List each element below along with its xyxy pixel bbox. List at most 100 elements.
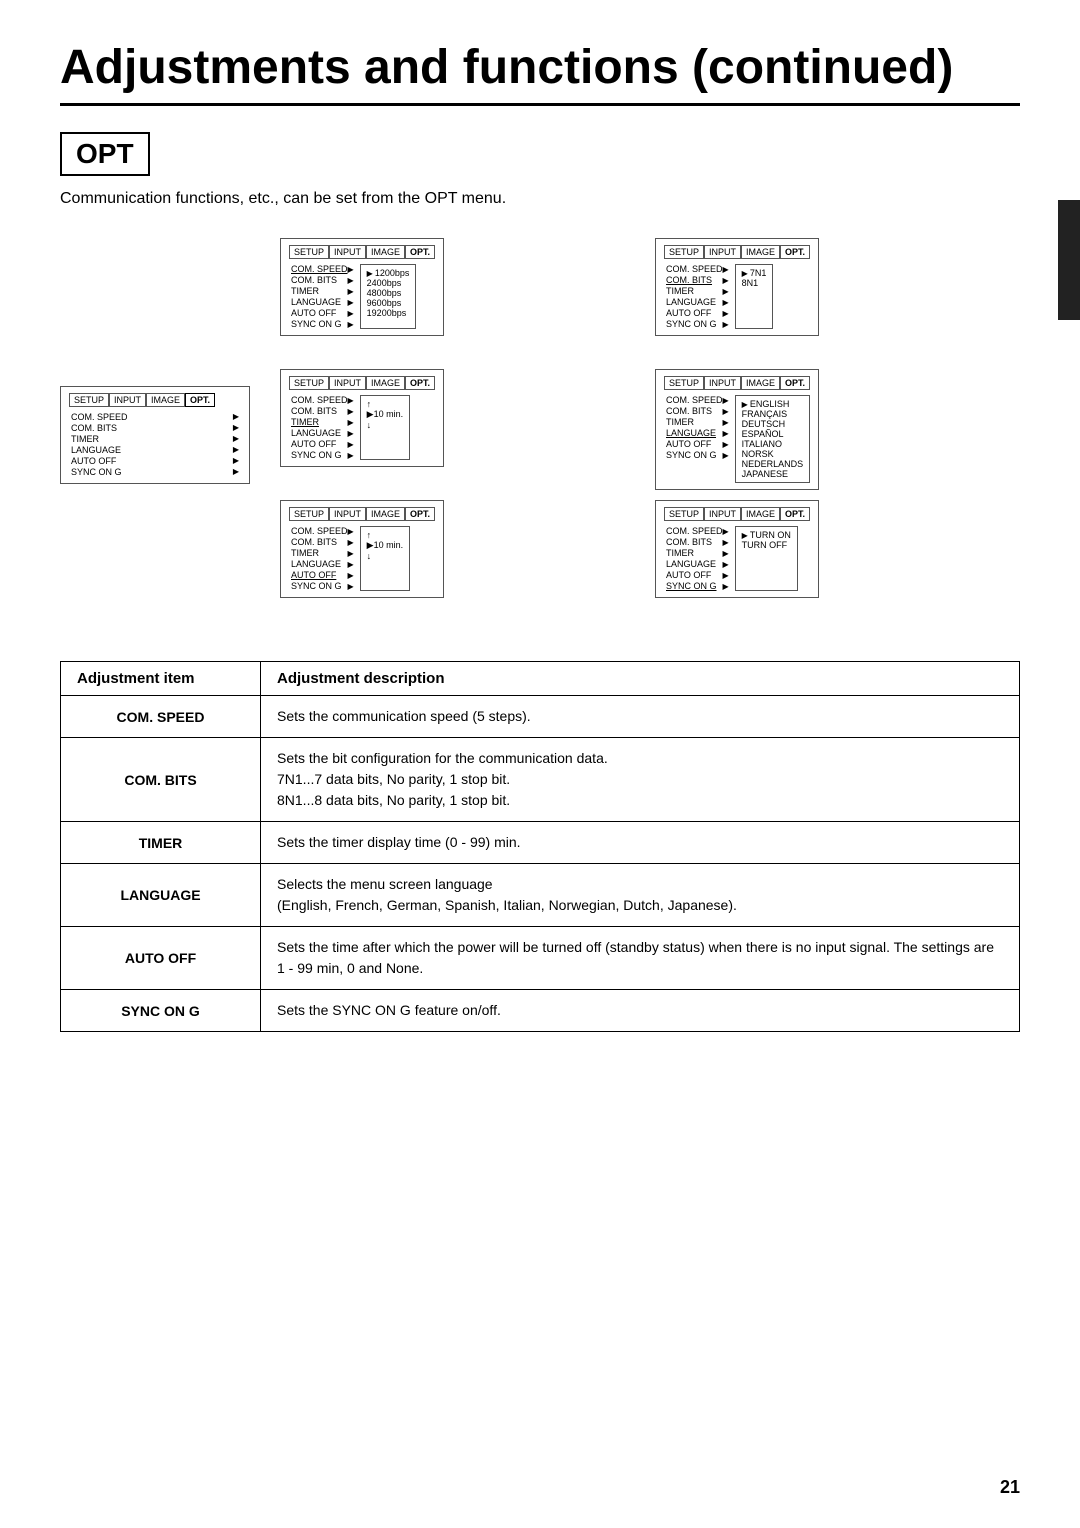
ao-timer: TIMER <box>291 548 319 558</box>
ao-tab-input: INPUT <box>329 507 366 521</box>
language-menu-box: SETUP INPUT IMAGE OPT. COM. SPEED ▶ COM.… <box>655 369 819 490</box>
com-speed-arrow: ▶ <box>233 412 239 421</box>
cb-item-com-bits: COM. BITS ▶ <box>664 275 731 285</box>
timer-arrow: ▶ <box>233 434 239 443</box>
cb-tab-setup: SETUP <box>664 245 704 259</box>
ao-auto-off: AUTO OFF <box>291 570 336 580</box>
cs-com-bits: COM. BITS <box>291 275 337 285</box>
lg-val-francais: FRANÇAIS <box>742 409 804 419</box>
timer-row-desc: Sets the timer display time (0 - 99) min… <box>261 822 1019 863</box>
cb-sync-on-g: SYNC ON G <box>666 319 717 329</box>
sg-timer: TIMER <box>666 548 694 558</box>
timer-diagram: SETUP INPUT IMAGE OPT. COM. SPEED ▶ COM.… <box>280 369 645 490</box>
lg-item-sync-on-g: SYNC ON G ▶ <box>664 450 731 460</box>
cb-item-sync-on-g: SYNC ON G ▶ <box>664 319 731 329</box>
sg-item-language: LANGUAGE ▶ <box>664 559 731 569</box>
cs-menu-items: COM. SPEED ▶ COM. BITS ▶ TIMER ▶ LANGU <box>289 264 356 329</box>
auto-off-row-label: AUTO OFF <box>61 927 261 989</box>
tm-auto-off: AUTO OFF <box>291 439 336 449</box>
cb-language: LANGUAGE <box>666 297 716 307</box>
sg-submenu: TURN ON TURN OFF <box>735 526 798 591</box>
table-row: COM. BITS Sets the bit configuration for… <box>61 738 1019 822</box>
lg-sync-on-g: SYNC ON G <box>666 450 717 460</box>
cb-tabs: SETUP INPUT IMAGE OPT. <box>664 245 810 259</box>
tab-setup: SETUP <box>69 393 109 407</box>
cb-tab-input: INPUT <box>704 245 741 259</box>
diagrams-area: SETUP INPUT IMAGE OPT. COM. SPEED ▶ COM.… <box>60 238 1020 621</box>
sync-on-g-row-label: SYNC ON G <box>61 990 261 1031</box>
opt-label: OPT <box>60 132 150 176</box>
tm-com-bits: COM. BITS <box>291 406 337 416</box>
main-menu-container: SETUP INPUT IMAGE OPT. COM. SPEED ▶ COM.… <box>60 238 280 621</box>
sg-item-com-bits: COM. BITS ▶ <box>664 537 731 547</box>
cb-val-7n1: 7N1 <box>742 268 767 278</box>
tab-image: IMAGE <box>146 393 185 407</box>
sg-language-arrow: ▶ <box>723 560 729 569</box>
cs-auto-off-arrow: ▶ <box>348 309 354 318</box>
cb-tab-opt: OPT. <box>780 245 810 259</box>
timer-label: TIMER <box>71 434 99 444</box>
cs-language: LANGUAGE <box>291 297 341 307</box>
cb-sync-on-g-arrow: ▶ <box>723 320 729 329</box>
sg-sync-on-g-arrow: ▶ <box>723 582 729 591</box>
sg-auto-off: AUTO OFF <box>666 570 711 580</box>
lg-item-com-speed: COM. SPEED ▶ <box>664 395 731 405</box>
com-bits-diagram: SETUP INPUT IMAGE OPT. COM. SPEED ▶ COM.… <box>655 238 1020 359</box>
lg-val-nederlands: NEDERLANDS <box>742 459 804 469</box>
tm-down-arrow: ↓ <box>367 420 403 430</box>
ao-down-arrow: ↓ <box>367 551 403 561</box>
adjustment-table: Adjustment item Adjustment description C… <box>60 661 1020 1032</box>
cb-item-language: LANGUAGE ▶ <box>664 297 731 307</box>
com-speed-diagram: SETUP INPUT IMAGE OPT. COM. SPEED ▶ COM.… <box>280 238 645 359</box>
auto-off-row-desc: Sets the time after which the power will… <box>261 927 1019 989</box>
cs-val-2400: 2400bps <box>367 278 410 288</box>
sync-on-g-row-desc: Sets the SYNC ON G feature on/off. <box>261 990 1019 1031</box>
lg-item-timer: TIMER ▶ <box>664 417 731 427</box>
table-row: AUTO OFF Sets the time after which the p… <box>61 927 1019 990</box>
lg-tab-setup: SETUP <box>664 376 704 390</box>
tm-auto-off-arrow: ▶ <box>348 440 354 449</box>
tm-menu-items: COM. SPEED ▶ COM. BITS ▶ TIMER ▶ LANGU <box>289 395 356 460</box>
tm-up-arrow: ↑ <box>367 399 403 409</box>
language-diagram: SETUP INPUT IMAGE OPT. COM. SPEED ▶ COM.… <box>655 369 1020 490</box>
ao-submenu: ↑ ▶10 min. ↓ <box>360 526 410 591</box>
ao-sync-on-g-arrow: ▶ <box>348 582 354 591</box>
auto-off-label: AUTO OFF <box>71 456 116 466</box>
tm-tab-opt: OPT. <box>405 376 435 390</box>
cs-language-arrow: ▶ <box>348 298 354 307</box>
sg-tabs: SETUP INPUT IMAGE OPT. <box>664 507 810 521</box>
cb-com-speed: COM. SPEED <box>666 264 723 274</box>
cs-tab-input: INPUT <box>329 245 366 259</box>
cb-submenu: 7N1 8N1 <box>735 264 774 329</box>
language-row-desc: Selects the menu screen language (Englis… <box>261 864 1019 926</box>
lg-language: LANGUAGE <box>666 428 716 438</box>
timer-menu-box: SETUP INPUT IMAGE OPT. COM. SPEED ▶ COM.… <box>280 369 444 467</box>
cs-val-1200: 1200bps <box>367 268 410 278</box>
table-row: LANGUAGE Selects the menu screen languag… <box>61 864 1019 927</box>
sg-item-timer: TIMER ▶ <box>664 548 731 558</box>
table-row: COM. SPEED Sets the communication speed … <box>61 696 1019 738</box>
side-tab <box>1058 200 1080 320</box>
menu-item-timer: TIMER ▶ <box>69 434 241 444</box>
ao-sync-on-g: SYNC ON G <box>291 581 342 591</box>
menu-item-auto-off: AUTO OFF ▶ <box>69 456 241 466</box>
table-col2-header: Adjustment description <box>261 662 1019 696</box>
com-speed-row-label: COM. SPEED <box>61 696 261 737</box>
sync-on-g-arrow: ▶ <box>233 467 239 476</box>
com-bits-row-label: COM. BITS <box>61 738 261 821</box>
cb-timer: TIMER <box>666 286 694 296</box>
page-title: Adjustments and functions (continued) <box>60 40 1020 106</box>
auto-off-diagram: SETUP INPUT IMAGE OPT. COM. SPEED ▶ COM.… <box>280 500 645 621</box>
menu-item-sync-on-g: SYNC ON G ▶ <box>69 467 241 477</box>
cs-submenu: 1200bps 2400bps 4800bps 9600bps 19200bps <box>360 264 417 329</box>
cs-sync-on-g: SYNC ON G <box>291 319 342 329</box>
lg-val-norsk: NORSK <box>742 449 804 459</box>
tm-sync-on-g-arrow: ▶ <box>348 451 354 460</box>
main-menu-box: SETUP INPUT IMAGE OPT. COM. SPEED ▶ COM.… <box>60 386 250 484</box>
tm-submenu: ↑ ▶10 min. ↓ <box>360 395 410 460</box>
ao-menu-items: COM. SPEED ▶ COM. BITS ▶ TIMER ▶ LANGU <box>289 526 356 591</box>
sg-item-sync-on-g: SYNC ON G ▶ <box>664 581 731 591</box>
ao-value: ▶10 min. <box>367 540 403 551</box>
cb-tab-image: IMAGE <box>741 245 780 259</box>
tm-timer-arrow: ▶ <box>348 418 354 427</box>
